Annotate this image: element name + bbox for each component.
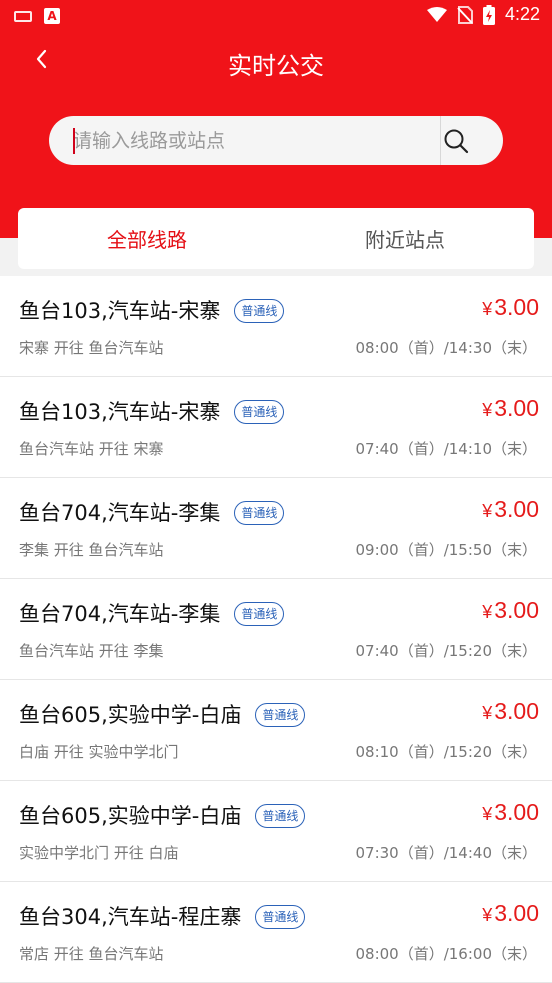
route-type-badge: 普通线 [255,905,306,929]
route-times: 07:40（首）/14:10（末） [355,440,537,458]
route-type-badge: 普通线 [234,501,285,525]
currency-symbol: ¥ [482,905,493,925]
wifi-icon [426,6,447,22]
tab-bar: 全部线路 附近站点 [18,208,534,269]
route-row[interactable]: 鱼台304,汽车站-程庄寨 普通线 ¥3.00 常店 开往 鱼台汽车站 08:00… [0,882,552,983]
route-name: 鱼台103,汽车站-宋寨 [19,299,221,323]
text-cursor [73,128,75,154]
route-times: 08:00（首）/16:00（末） [355,945,537,963]
fare-amount: 3.00 [494,294,539,320]
tab-all-routes[interactable]: 全部线路 [18,208,276,269]
route-row[interactable]: 鱼台103,汽车站-宋寨 普通线 ¥3.00 鱼台汽车站 开往 宋寨 07:40（… [0,377,552,478]
route-name: 鱼台103,汽车站-宋寨 [19,400,221,424]
no-sim-icon [457,5,473,24]
route-times: 09:00（首）/15:50（末） [355,541,537,559]
search-button[interactable] [443,128,469,154]
fare: ¥3.00 [482,395,539,422]
route-name: 鱼台704,汽车站-李集 [19,602,221,626]
route-row[interactable]: 鱼台605,实验中学-白庙 普通线 ¥3.00 实验中学北门 开往 白庙 07:3… [0,781,552,882]
route-type-badge: 普通线 [255,703,306,727]
route-name: 鱼台304,汽车站-程庄寨 [19,905,242,929]
route-direction: 白庙 开往 实验中学北门 [19,743,179,761]
keyboard-icon [14,10,32,22]
route-name: 鱼台605,实验中学-白庙 [19,804,242,828]
route-row[interactable]: 鱼台704,汽车站-李集 普通线 ¥3.00 李集 开往 鱼台汽车站 09:00（… [0,478,552,579]
fare: ¥3.00 [482,698,539,725]
route-row[interactable]: 鱼台704,汽车站-李集 普通线 ¥3.00 鱼台汽车站 开往 李集 07:40（… [0,579,552,680]
fare: ¥3.00 [482,900,539,927]
fare: ¥3.00 [482,597,539,624]
fare-amount: 3.00 [494,698,539,724]
route-times: 08:10（首）/15:20（末） [355,743,537,761]
fare: ¥3.00 [482,799,539,826]
route-type-badge: 普通线 [234,602,285,626]
battery-charging-icon [482,4,495,25]
route-list: 鱼台103,汽车站-宋寨 普通线 ¥3.00 宋寨 开往 鱼台汽车站 08:00（… [0,276,552,983]
route-times: 07:40（首）/15:20（末） [355,642,537,660]
route-name: 鱼台605,实验中学-白庙 [19,703,242,727]
currency-symbol: ¥ [482,400,493,420]
currency-symbol: ¥ [482,602,493,622]
route-direction: 实验中学北门 开往 白庙 [19,844,179,862]
fare-amount: 3.00 [494,496,539,522]
route-row[interactable]: 鱼台103,汽车站-宋寨 普通线 ¥3.00 宋寨 开往 鱼台汽车站 08:00（… [0,276,552,377]
route-name: 鱼台704,汽车站-李集 [19,501,221,525]
fare: ¥3.00 [482,496,539,523]
fare-amount: 3.00 [494,395,539,421]
route-direction: 李集 开往 鱼台汽车站 [19,541,164,559]
fare-amount: 3.00 [494,900,539,926]
search-box[interactable] [49,116,503,165]
status-bar: A 4:22 [0,0,552,32]
search-divider [440,116,441,165]
search-icon [444,129,469,154]
fare-amount: 3.00 [494,597,539,623]
route-type-badge: 普通线 [255,804,306,828]
currency-symbol: ¥ [482,703,493,723]
tab-nearby-stops[interactable]: 附近站点 [276,208,534,269]
route-row[interactable]: 鱼台605,实验中学-白庙 普通线 ¥3.00 白庙 开往 实验中学北门 08:1… [0,680,552,781]
search-input[interactable] [73,116,453,165]
route-times: 07:30（首）/14:40（末） [355,844,537,862]
route-type-badge: 普通线 [234,299,285,323]
route-direction: 鱼台汽车站 开往 宋寨 [19,440,164,458]
route-type-badge: 普通线 [234,400,285,424]
route-times: 08:00（首）/14:30（末） [355,339,537,357]
app-notification-icon: A [44,8,60,24]
clock: 4:22 [504,4,540,24]
currency-symbol: ¥ [482,299,493,319]
route-direction: 宋寨 开往 鱼台汽车站 [19,339,164,357]
route-direction: 常店 开往 鱼台汽车站 [19,945,164,963]
page-title: 实时公交 [228,52,324,80]
currency-symbol: ¥ [482,804,493,824]
currency-symbol: ¥ [482,501,493,521]
fare: ¥3.00 [482,294,539,321]
route-direction: 鱼台汽车站 开往 李集 [19,642,164,660]
fare-amount: 3.00 [494,799,539,825]
